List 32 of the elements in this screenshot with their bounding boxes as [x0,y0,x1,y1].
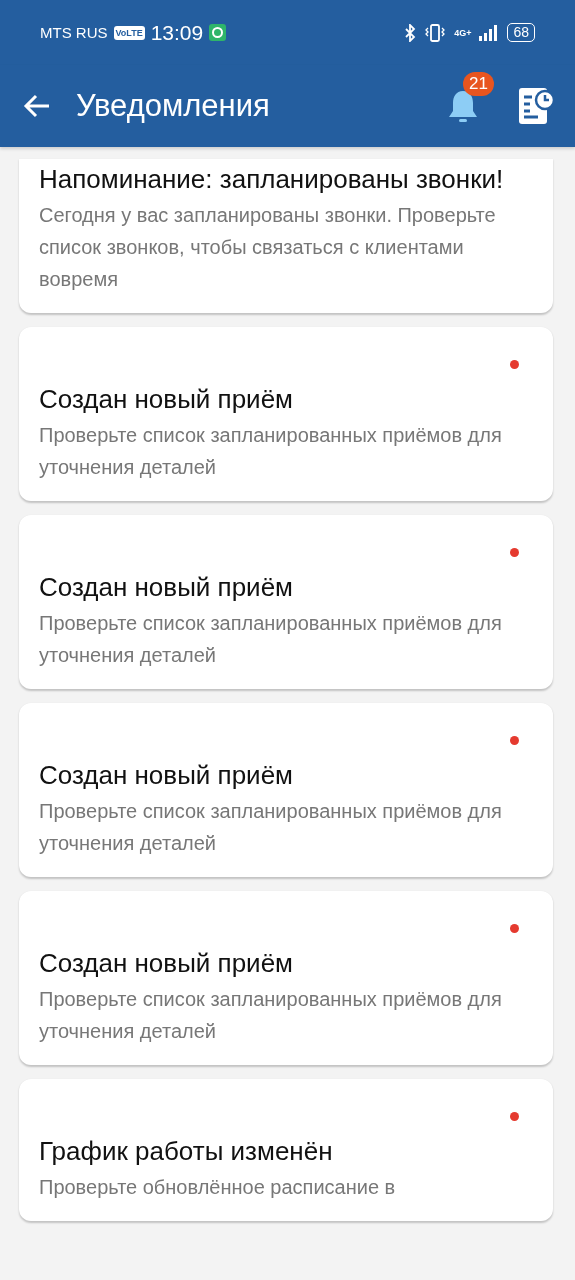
notification-count-badge: 21 [463,72,494,96]
notification-title: Напоминание: запланированы звонки! [39,163,505,196]
notification-card[interactable]: Напоминание: запланированы звонки! Сегодня у вас запланированы звонки. Проверьте список звонков, чтобы связаться с клиентами вовремя [19,159,553,313]
app-notification-icon [209,24,227,41]
notification-text: Проверьте список запланированных приёмов для уточнения деталей [39,611,503,668]
notification-text: Проверьте список запланированных приёмов для уточнения деталей [39,987,503,1044]
clock-time: 13:09 [150,20,204,45]
volte-badge: VoLTE [113,25,145,40]
notification-card[interactable]: Создан новый приём Проверьте список запланированных приёмов для уточнения деталей [19,515,553,689]
network-type: 4G+ [454,27,472,38]
back-button[interactable] [22,93,52,119]
signal-icon [479,24,500,41]
notification-text: Проверьте обновлённое расписание в [39,1175,397,1200]
carrier-name: MTS RUS [40,24,108,41]
vibrate-icon [424,23,447,42]
notification-text: Проверьте список запланированных приёмов для уточнения деталей [39,799,503,856]
notification-title: График работы изменён [39,1135,334,1168]
notification-card[interactable]: График работы изменён Проверьте обновлённое расписание в [19,1079,553,1221]
notification-card[interactable]: Создан новый приём Проверьте список запланированных приёмов для уточнения деталей [19,703,553,877]
notification-card[interactable]: Создан новый приём Проверьте список запланированных приёмов для уточнения деталей [19,327,553,501]
notification-text: Сегодня у вас запланированы звонки. Проверьте список звонков, чтобы связаться с клиентами вовремя [39,203,497,292]
notification-text: Проверьте список запланированных приёмов для уточнения деталей [39,423,503,480]
bluetooth-icon [404,23,417,42]
notification-title: Создан новый приём [39,383,294,416]
notification-title: Создан новый приём [39,759,294,792]
battery-level: 68 [507,23,535,42]
notification-title: Создан новый приём [39,571,294,604]
back-arrow-icon [22,93,52,119]
page-title: Уведомления [76,88,270,124]
notification-card[interactable]: Создан новый приём Проверьте список запланированных приёмов для уточнения деталей [19,891,553,1065]
notification-title: Создан новый приём [39,947,294,980]
schedule-button[interactable] [517,86,555,126]
